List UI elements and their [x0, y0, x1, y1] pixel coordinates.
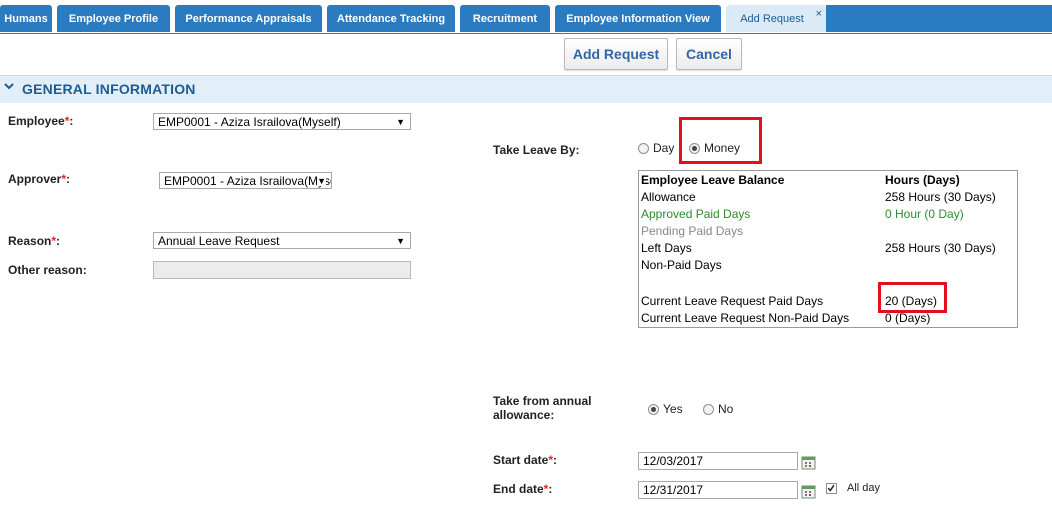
other-reason-input	[153, 261, 411, 279]
tab-bar: Humans Employee Profile Performance Appr…	[0, 0, 1052, 34]
balance-row-label: Pending Paid Days	[641, 224, 744, 238]
balance-row-label: Non-Paid Days	[641, 258, 722, 272]
start-date-input[interactable]: 12/03/2017	[638, 452, 798, 470]
approver-select[interactable]: EMP0001 - Aziza Israilova(Myself) ▼	[159, 172, 332, 189]
end-date-label: End date*:	[493, 482, 553, 496]
dropdown-arrow-icon: ▼	[396, 236, 405, 246]
balance-header-label: Employee Leave Balance	[641, 173, 785, 187]
current-paid-label: Current Leave Request Paid Days	[641, 294, 824, 308]
other-reason-label: Other reason:	[8, 263, 87, 277]
tab-recruitment[interactable]: Recruitment	[460, 5, 550, 32]
calendar-icon[interactable]	[801, 484, 816, 499]
current-nonpaid-label: Current Leave Request Non-Paid Days	[641, 311, 850, 325]
highlight-box-paid-days	[878, 282, 947, 313]
tab-employee-profile[interactable]: Employee Profile	[57, 5, 170, 32]
day-radio-label: Day	[653, 141, 675, 155]
no-radio[interactable]	[703, 404, 714, 415]
start-date-label: Start date*:	[493, 453, 558, 467]
balance-row-value: 0 Hour (0 Day)	[885, 207, 964, 221]
close-icon[interactable]: ×	[816, 8, 822, 20]
checkmark-icon	[827, 484, 835, 492]
calendar-icon[interactable]	[801, 455, 816, 470]
no-radio-label: No	[718, 402, 734, 416]
employee-select[interactable]: EMP0001 - Aziza Israilova(Myself) ▼	[153, 113, 411, 130]
balance-header-value: Hours (Days)	[885, 173, 960, 187]
add-request-button[interactable]: Add Request	[564, 38, 668, 70]
tab-performance-appraisals[interactable]: Performance Appraisals	[175, 5, 322, 32]
take-from-annual-label: Take from annual allowance:	[493, 394, 592, 422]
balance-row-label: Left Days	[641, 241, 692, 255]
take-leave-by-label: Take Leave By:	[493, 143, 580, 157]
end-date-input[interactable]: 12/31/2017	[638, 481, 798, 499]
employee-label: Employee*:	[8, 114, 74, 128]
section-title: GENERAL INFORMATION	[22, 81, 196, 97]
leave-balance-table: Employee Leave Balance Hours (Days) Allo…	[638, 170, 1018, 328]
tab-add-request[interactable]: Add Request ×	[726, 5, 826, 32]
tab-attendance-tracking[interactable]: Attendance Tracking	[327, 5, 455, 32]
balance-row-label: Allowance	[641, 190, 696, 204]
yes-radio-label: Yes	[663, 402, 683, 416]
dropdown-arrow-icon: ▼	[317, 176, 326, 186]
balance-row-value: 258 Hours (30 Days)	[885, 241, 996, 255]
tab-bar-filler	[826, 5, 1052, 32]
approver-label: Approver*:	[8, 172, 71, 186]
balance-row-label: Approved Paid Days	[641, 207, 751, 221]
reason-select[interactable]: Annual Leave Request ▼	[153, 232, 411, 249]
reason-label: Reason*:	[8, 234, 61, 248]
highlight-box-money	[679, 117, 762, 164]
all-day-checkbox[interactable]	[826, 483, 837, 494]
general-information-header[interactable]: GENERAL INFORMATION	[0, 75, 1052, 103]
day-radio[interactable]	[638, 143, 649, 154]
all-day-label: All day	[847, 482, 881, 494]
chevron-down-icon	[4, 83, 14, 90]
balance-row-value: 258 Hours (30 Days)	[885, 190, 996, 204]
cancel-button[interactable]: Cancel	[676, 38, 742, 70]
current-nonpaid-value: 0 (Days)	[885, 311, 931, 325]
dropdown-arrow-icon: ▼	[396, 117, 405, 127]
tab-humans[interactable]: Humans	[0, 5, 52, 32]
tab-employee-information-view[interactable]: Employee Information View	[555, 5, 721, 32]
yes-radio[interactable]	[648, 404, 659, 415]
